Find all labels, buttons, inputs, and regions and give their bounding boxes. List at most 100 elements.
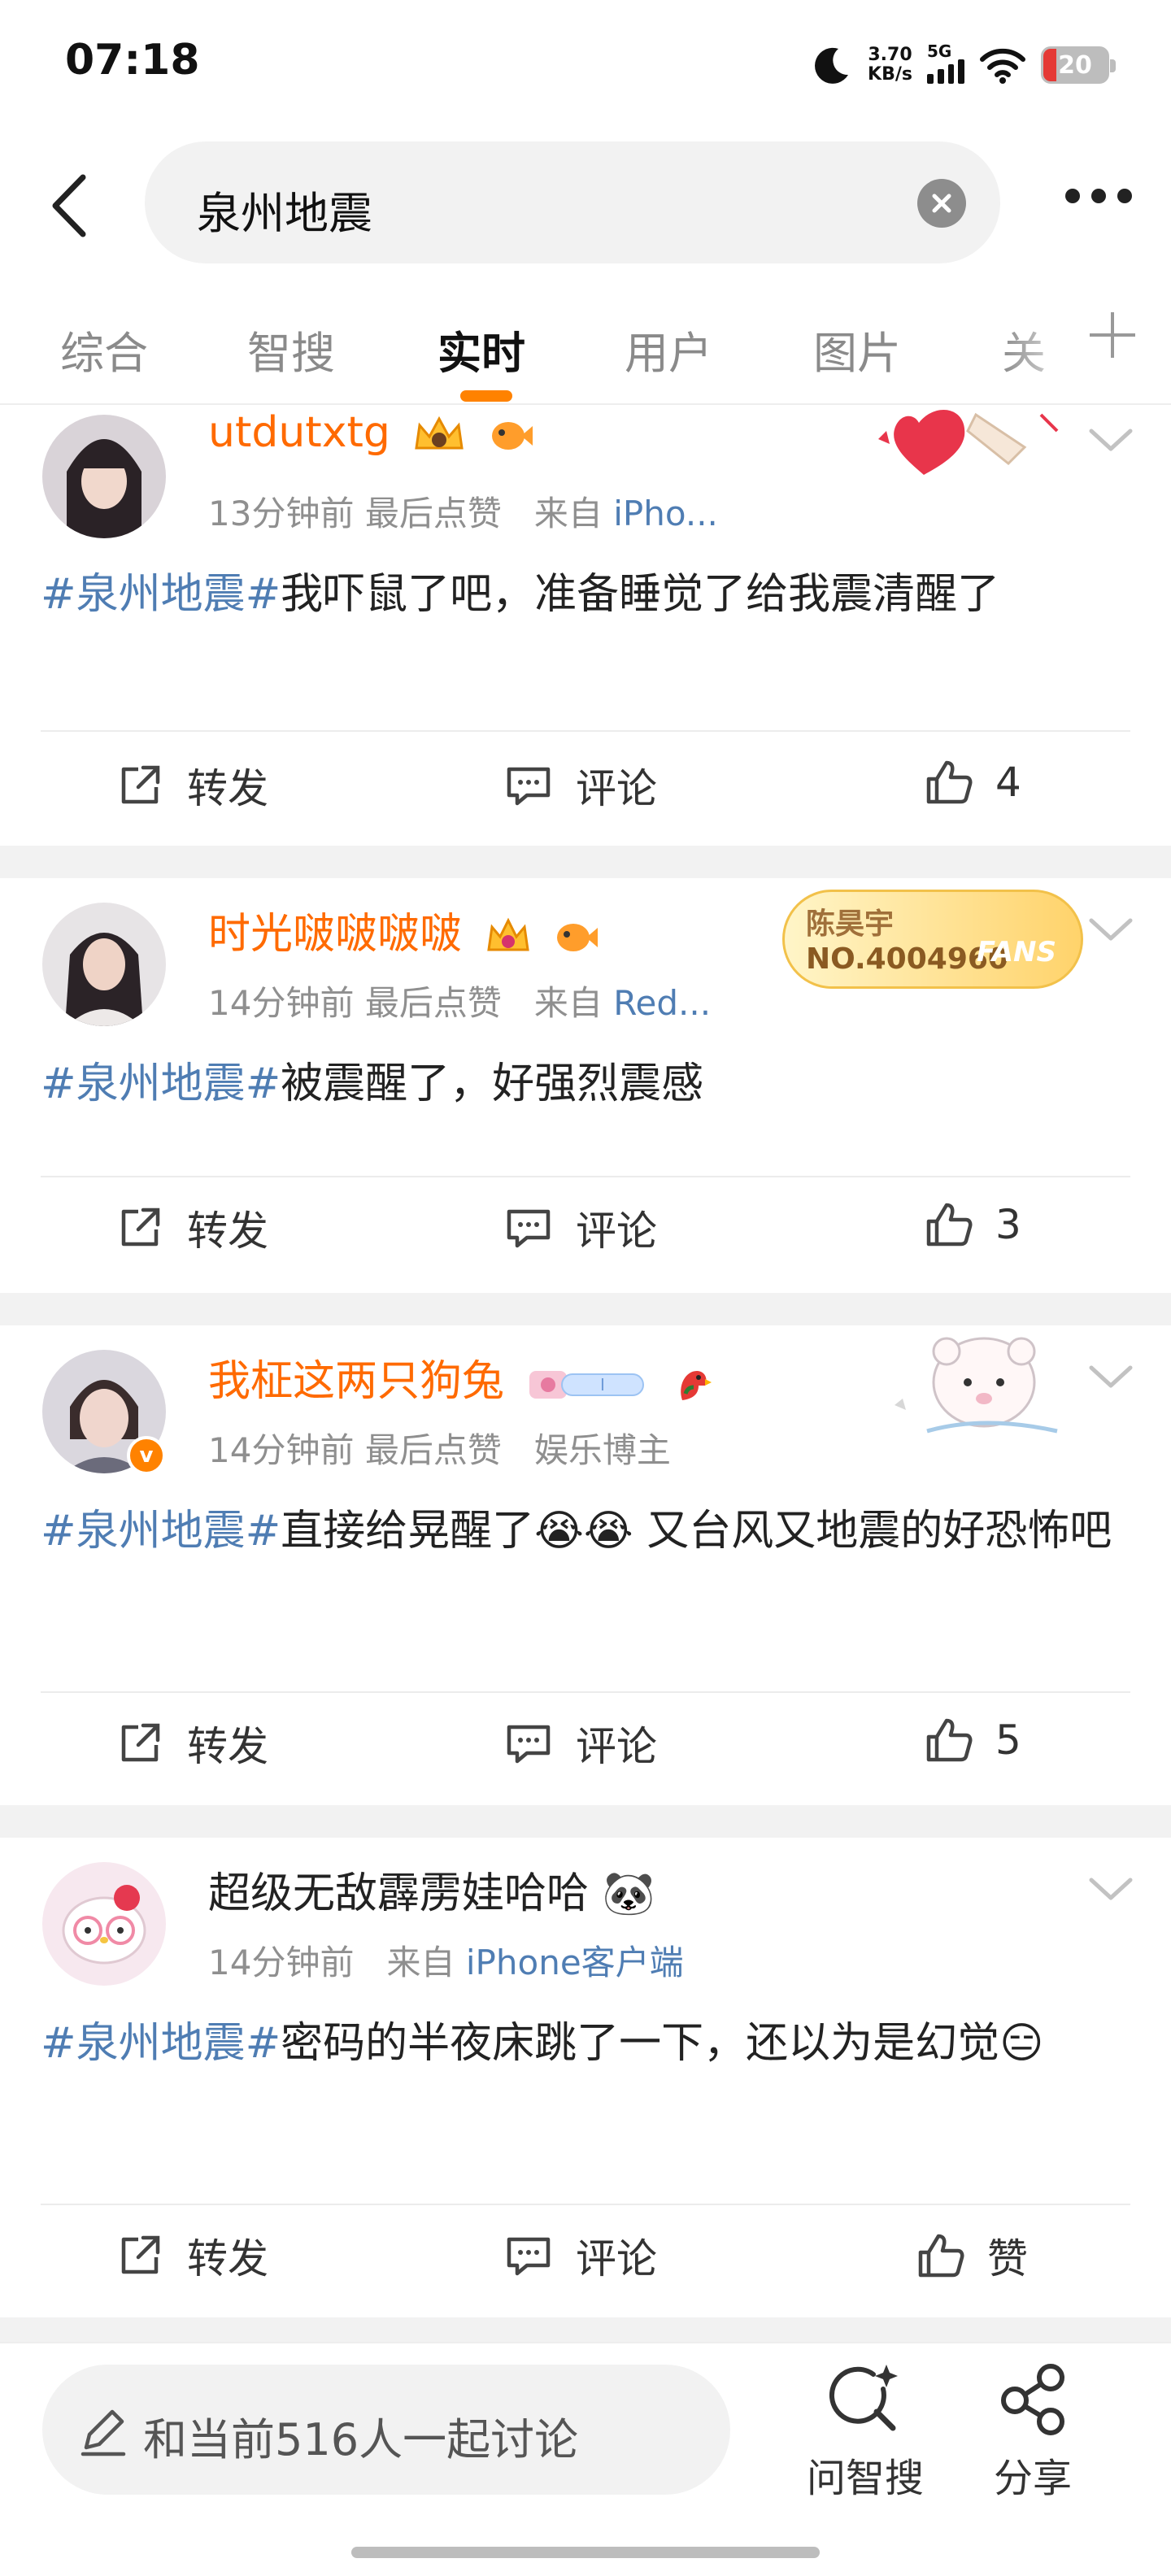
post-text: #泉州地震#被震醒了，好强烈震感 (41, 1060, 704, 1108)
status-bar: 07:18 3.70 KB/s 5G 20 (0, 0, 1171, 130)
post-card[interactable]: v 我柾这两只狗兔 I 14分钟前 最后点赞 娱乐博主 #泉州地震#直接给晃醒了… (0, 1325, 1171, 1805)
active-tab-indicator (460, 390, 512, 402)
tab-users[interactable]: 用户 (625, 317, 712, 381)
add-tab-icon[interactable] (1090, 312, 1135, 358)
like-button[interactable]: 5 (922, 1714, 1021, 1766)
ai-search-icon (829, 2365, 898, 2431)
comment-button[interactable]: 评论 (503, 756, 657, 815)
source-link[interactable]: iPhone客户端 (466, 1943, 684, 1982)
search-header: 泉州地震 (0, 138, 1171, 268)
decoration-card-icon (895, 1337, 1058, 1434)
comment-icon (507, 1725, 551, 1764)
post-actions: 转发 评论 5 (0, 1698, 1171, 1779)
like-icon (926, 760, 973, 804)
username[interactable]: 我柾这两只狗兔 I (208, 1347, 715, 1408)
decoration-card-icon (878, 410, 1059, 475)
hashtag-link[interactable]: #泉州地震# (41, 1507, 281, 1556)
post-meta: 14分钟前 最后点赞 娱乐博主 (208, 1430, 671, 1470)
bottom-bar: 和当前516人一起讨论 问智搜 分享 (0, 2342, 1171, 2576)
like-button[interactable]: 4 (922, 756, 1021, 808)
post-separator (0, 1805, 1171, 1838)
tab-comprehensive[interactable]: 综合 (60, 317, 148, 381)
comment-button[interactable]: 评论 (503, 1199, 657, 1257)
comment-icon (507, 1209, 551, 1248)
crown-badge-icon (415, 416, 464, 450)
post-card[interactable]: 时光啵啵啵啵 14分钟前 最后点赞 来自 Red... 陈昊宇 NO.40049… (0, 878, 1171, 1293)
like-button[interactable]: 赞 (914, 2226, 1028, 2285)
hashtag-link[interactable]: #泉州地震# (41, 1060, 281, 1108)
post-card[interactable]: utdutxtg 13分钟前 最后点赞 来自 iPho... #泉州地震#我吓鼠… (0, 407, 1171, 846)
chevron-down-icon[interactable] (1086, 914, 1135, 946)
share-icon (1001, 2364, 1064, 2435)
more-icon[interactable] (1065, 189, 1132, 203)
repost-icon (121, 2235, 160, 2274)
like-button[interactable]: 3 (922, 1199, 1021, 1251)
like-icon (918, 2234, 964, 2278)
repost-icon (121, 765, 160, 804)
clear-icon[interactable] (917, 179, 966, 228)
share-label: 分享 (993, 2456, 1072, 2501)
network-label: 5G (927, 41, 952, 61)
comment-icon (507, 767, 551, 806)
post-text: #泉州地震#密码的半夜床跳了一下，还以为是幻觉😑 (41, 2019, 1044, 2068)
discuss-input[interactable]: 和当前516人一起讨论 (42, 2365, 730, 2495)
post-separator (0, 846, 1171, 878)
fish-badge-icon (491, 422, 533, 450)
tab-smart-search[interactable]: 智搜 (247, 317, 335, 381)
post-text: #泉州地震#我吓鼠了吧，准备睡觉了给我震清醒了 (41, 570, 1000, 619)
status-time: 07:18 (65, 36, 200, 85)
net-speed: 3.70 KB/s (868, 45, 912, 85)
back-arrow-icon[interactable] (42, 169, 99, 242)
post-text: #泉州地震#直接给晃醒了😭😭 又台风又地震的好恐怖吧 (41, 1507, 1112, 1556)
post-divider (41, 2204, 1130, 2205)
hashtag-link[interactable]: #泉州地震# (41, 2019, 281, 2068)
username[interactable]: 超级无敌霹雳娃哈哈 🐼 (208, 1859, 655, 1920)
repost-button[interactable]: 转发 (114, 756, 268, 815)
chevron-down-icon[interactable] (1086, 1873, 1135, 1906)
repost-button[interactable]: 转发 (114, 1199, 268, 1257)
username[interactable]: utdutxtg (208, 408, 534, 458)
hashtag-link[interactable]: #泉州地震# (41, 570, 281, 619)
parrot-badge-icon (681, 1371, 712, 1400)
comment-button[interactable]: 评论 (503, 1714, 657, 1773)
post-meta: 14分钟前 来自 iPhone客户端 (208, 1943, 684, 1982)
search-input[interactable]: 泉州地震 (145, 141, 1000, 263)
tab-images[interactable]: 图片 (813, 317, 901, 381)
post-card[interactable]: 超级无敌霹雳娃哈哈 🐼 14分钟前 来自 iPhone客户端 #泉州地震#密码的… (0, 1838, 1171, 2317)
post-meta: 13分钟前 最后点赞 来自 iPho... (208, 494, 718, 533)
post-divider (41, 1691, 1130, 1693)
like-icon (926, 1203, 973, 1247)
status-icons: 3.70 KB/s 5G 20 (811, 41, 1116, 89)
moon-icon (815, 47, 849, 84)
fan-badge[interactable]: 陈昊宇 NO.4004960 FANS (782, 890, 1083, 989)
post-actions: 转发 评论 3 (0, 1182, 1171, 1264)
like-icon (926, 1718, 973, 1762)
share-button[interactable]: 分享 (960, 2360, 1106, 2503)
post-feed: utdutxtg 13分钟前 最后点赞 来自 iPho... #泉州地震#我吓鼠… (0, 407, 1171, 2342)
fish-badge-icon (557, 924, 599, 951)
crown-badge-icon (486, 917, 529, 951)
post-meta: 14分钟前 最后点赞 来自 Red... (208, 983, 712, 1023)
avatar[interactable] (42, 903, 166, 1026)
discuss-placeholder: 和当前516人一起讨论 (143, 2414, 579, 2465)
battery-icon: 20 (1041, 46, 1116, 84)
post-divider (41, 1176, 1130, 1177)
repost-icon (121, 1208, 160, 1247)
chevron-down-icon[interactable] (1086, 1361, 1135, 1394)
ask-smart-search-button[interactable]: 问智搜 (792, 2360, 938, 2503)
username[interactable]: 时光啵啵啵啵 (208, 899, 599, 960)
verified-badge: v (127, 1436, 166, 1475)
repost-button[interactable]: 转发 (114, 1714, 268, 1773)
chevron-down-icon[interactable] (1086, 424, 1135, 457)
source-link[interactable]: Red... (613, 983, 711, 1023)
avatar[interactable] (42, 1862, 166, 1986)
avatar[interactable] (42, 415, 166, 538)
comment-button[interactable]: 评论 (503, 2226, 657, 2285)
home-indicator[interactable] (351, 2547, 820, 2558)
comment-icon (507, 2237, 551, 2276)
source-link[interactable]: iPho... (613, 494, 718, 533)
search-tabs: 综合 智搜 实时 用户 图片 关 (0, 299, 1171, 405)
tab-realtime[interactable]: 实时 (437, 317, 525, 381)
repost-button[interactable]: 转发 (114, 2226, 268, 2285)
post-actions: 转发 评论 4 (0, 740, 1171, 821)
